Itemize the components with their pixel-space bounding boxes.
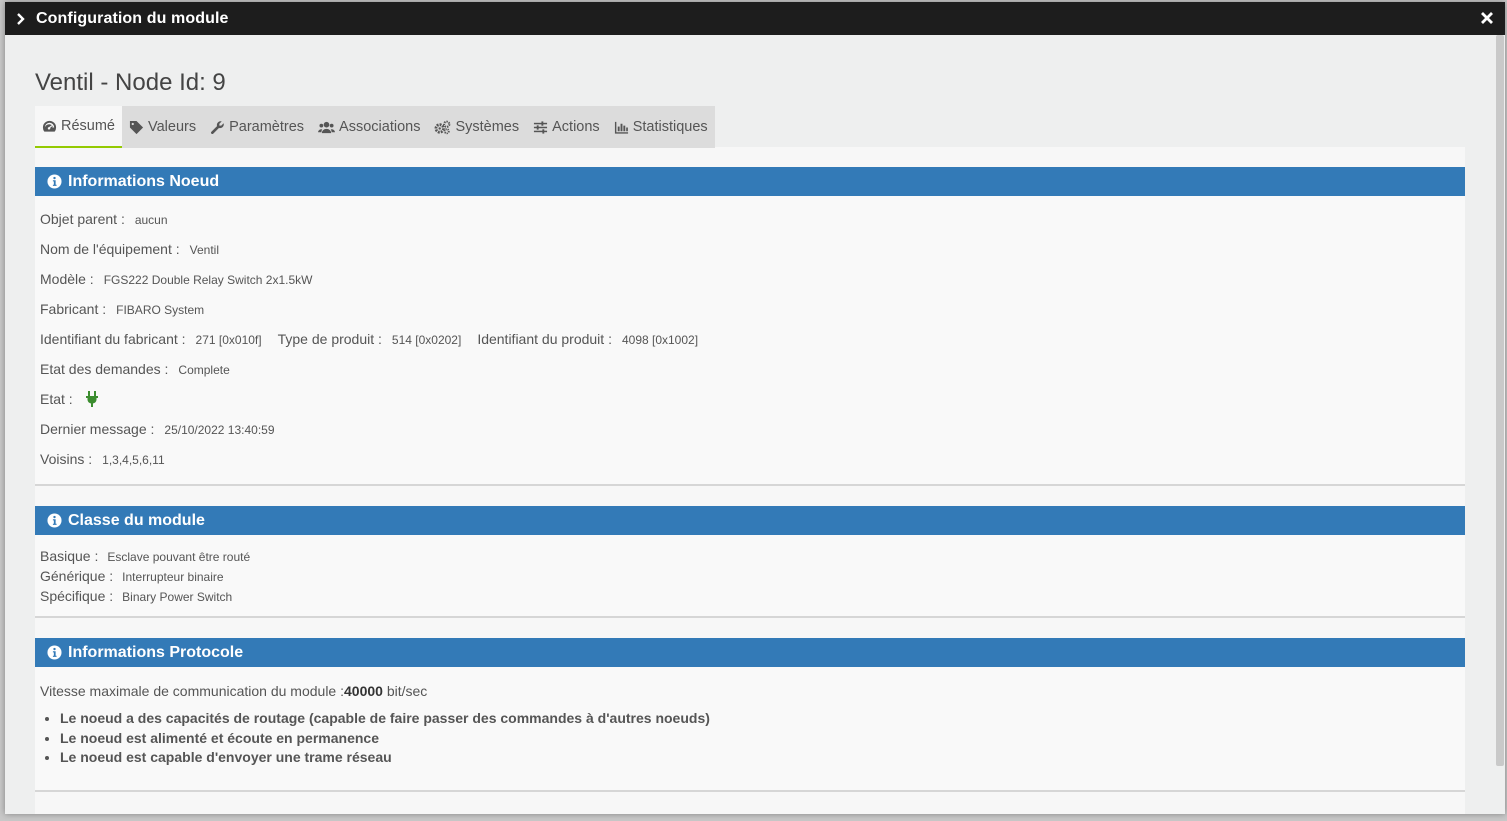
tab-resume-content: Informations Noeud Objet parent : aucun N… (35, 147, 1465, 814)
label: Nom de l'équipement : (40, 241, 180, 257)
module-class-panel: Classe du module Basique : Esclave pouvan… (35, 506, 1465, 618)
value: Binary Power Switch (122, 590, 233, 604)
tab-resume[interactable]: Résumé (35, 106, 122, 148)
wrench-icon (211, 120, 224, 134)
row-ids: Identifiant du fabricant : 271 [0x010f] Ty… (40, 324, 1460, 354)
page-title: Ventil - Node Id: 9 (35, 69, 226, 96)
value: aucun (134, 213, 168, 227)
tab-bar: Résumé Valeurs Paramètres Associations S… (35, 106, 715, 148)
row-last-message: Dernier message : 25/10/2022 13:40:59 (40, 414, 1460, 444)
gears-icon (434, 120, 451, 134)
info-circle-icon (47, 513, 62, 528)
users-icon (318, 121, 335, 133)
tab-label: Valeurs (148, 119, 197, 135)
module-config-modal: Configuration du module Ventil - Node Id… (5, 2, 1505, 814)
label: Identifiant du fabricant : (40, 331, 186, 347)
scrollbar[interactable] (1495, 35, 1505, 814)
row-model: Modèle : FGS222 Double Relay Switch 2x1.5… (40, 264, 1460, 294)
value: Interrupteur binaire (122, 570, 224, 584)
tab-label: Paramètres (229, 119, 305, 135)
chevron-right-icon (17, 12, 25, 25)
value: 4098 [0x1002] (621, 333, 699, 347)
label: Identifiant du produit : (477, 331, 612, 347)
modal-title: Configuration du module (36, 9, 229, 27)
panel-body: Vitesse maximale de communication du mod… (35, 667, 1465, 790)
sliders-icon (534, 120, 548, 134)
modal-content: Ventil - Node Id: 9 Résumé Valeurs Param… (35, 35, 1465, 814)
label: Type de produit : (277, 331, 382, 347)
value: FGS222 Double Relay Switch 2x1.5kW (103, 273, 313, 287)
label: Fabricant : (40, 301, 107, 317)
protocol-info-panel: Informations Protocole Vitesse maximale … (35, 638, 1465, 792)
label: Spécifique : (40, 588, 114, 604)
value: Complete (178, 363, 230, 377)
panel-body: Basique : Esclave pouvant être routé Géné… (35, 535, 1465, 616)
tab-label: Actions (552, 119, 600, 135)
info-circle-icon (47, 645, 62, 660)
value: 271 [0x010f] (195, 333, 262, 347)
capabilities-list: Le noeud a des capacités de routage (cap… (40, 709, 1460, 768)
list-item: Le noeud est alimenté et écoute en perma… (60, 729, 1460, 749)
close-icon[interactable] (1480, 11, 1494, 25)
label: Etat des demandes : (40, 361, 169, 377)
tab-valeurs[interactable]: Valeurs (122, 106, 203, 148)
panel-heading: Classe du module (35, 506, 1465, 535)
label: Dernier message : (40, 421, 155, 437)
row-specific: Spécifique : Binary Power Switch (40, 586, 1460, 606)
panel-heading: Informations Noeud (35, 167, 1465, 196)
label: Voisins : (40, 451, 93, 467)
label: Modèle : (40, 271, 94, 287)
label: Générique : (40, 568, 114, 584)
list-item: Le noeud est capable d'envoyer une trame… (60, 748, 1460, 768)
tab-label: Systèmes (455, 119, 520, 135)
value: 25/10/2022 13:40:59 (164, 423, 275, 437)
tab-actions[interactable]: Actions (526, 106, 607, 148)
panel-body: Objet parent : aucun Nom de l'équipement … (35, 196, 1465, 484)
tab-systemes[interactable]: Systèmes (427, 106, 526, 148)
tab-label: Associations (339, 119, 421, 135)
value: Esclave pouvant être routé (107, 550, 251, 564)
speed-unit: bit/sec (382, 683, 428, 699)
label: Vitesse maximale de communication du mod… (40, 683, 345, 699)
value: FIBARO System (116, 303, 205, 317)
panel-title: Informations Protocole (68, 643, 244, 661)
node-info-panel: Informations Noeud Objet parent : aucun N… (35, 167, 1465, 486)
list-item: Le noeud a des capacités de routage (cap… (60, 709, 1460, 729)
label: Basique : (40, 548, 99, 564)
value: Ventil (189, 243, 219, 257)
row-parent-object: Objet parent : aucun (40, 204, 1460, 234)
tab-label: Résumé (61, 118, 115, 134)
modal-titlebar[interactable]: Configuration du module (5, 2, 1505, 35)
row-generic: Générique : Interrupteur binaire (40, 566, 1460, 586)
row-state: Etat : (40, 384, 1460, 414)
label: Etat : (40, 391, 73, 407)
max-speed: Vitesse maximale de communication du mod… (40, 677, 1460, 705)
panel-title: Informations Noeud (68, 172, 220, 190)
tab-associations[interactable]: Associations (311, 106, 427, 148)
row-basic: Basique : Esclave pouvant être routé (40, 546, 1460, 566)
info-circle-icon (47, 174, 62, 189)
label: Objet parent : (40, 211, 125, 227)
tab-parametres[interactable]: Paramètres (203, 106, 311, 148)
speed-value: 40000 (344, 683, 383, 699)
panel-heading: Informations Protocole (35, 638, 1465, 667)
row-query-state: Etat des demandes : Complete (40, 354, 1460, 384)
value: 1,3,4,5,6,11 (102, 453, 165, 467)
scrollbar-thumb[interactable] (1496, 35, 1504, 766)
tab-label: Statistiques (632, 119, 708, 135)
plug-icon (85, 391, 98, 407)
row-neighbors: Voisins : 1,3,4,5,6,11 (40, 444, 1460, 474)
tag-icon (129, 120, 144, 134)
row-manufacturer: Fabricant : FIBARO System (40, 294, 1460, 324)
dashboard-icon (42, 120, 57, 132)
panel-title: Classe du module (68, 511, 205, 529)
tab-statistiques[interactable]: Statistiques (607, 106, 715, 148)
bar-chart-icon (614, 121, 628, 134)
row-equipment-name: Nom de l'équipement : Ventil (40, 234, 1460, 264)
value: 514 [0x0202] (391, 333, 462, 347)
